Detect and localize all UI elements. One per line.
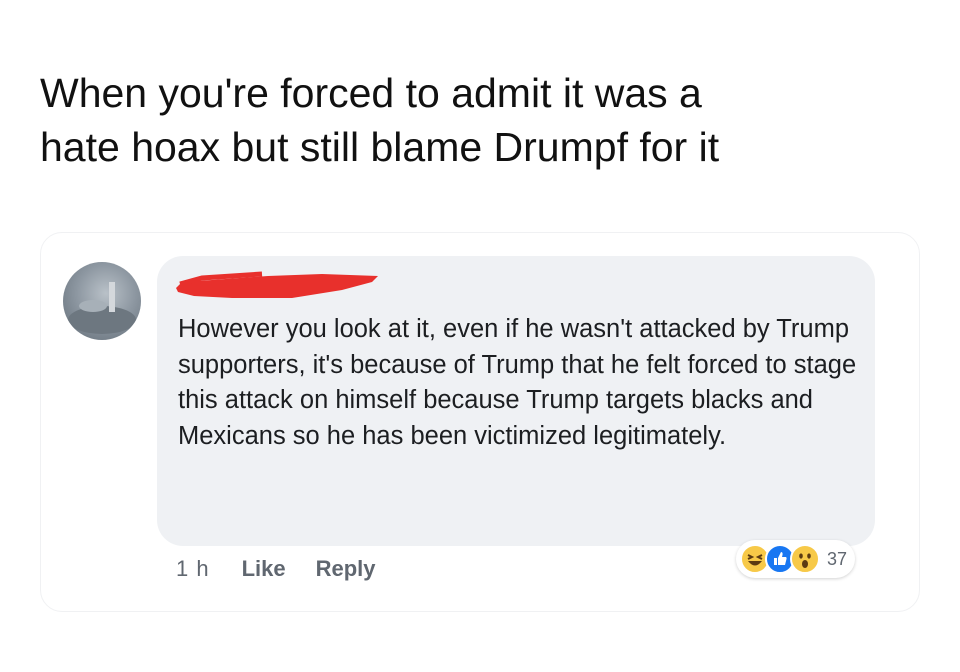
reaction-summary[interactable]: 37 — [736, 540, 856, 578]
like-button[interactable]: Like — [242, 556, 286, 582]
caption-line-1: When you're forced to admit it was a — [40, 70, 702, 116]
comment-text: However you look at it, even if he wasn'… — [178, 315, 857, 450]
avatar-photo-icon — [68, 282, 136, 334]
comment-timestamp[interactable]: 1 h — [176, 556, 210, 582]
author-name-redaction — [176, 271, 378, 298]
reaction-count: 37 — [827, 548, 848, 569]
caption-line-2: hate hoax but still blame Drumpf for it — [40, 124, 720, 170]
meme-caption: When you're forced to admit it was a hat… — [40, 66, 940, 174]
comment-actions: 1 h Like Reply — [176, 556, 376, 582]
reply-button[interactable]: Reply — [316, 556, 376, 582]
wow-icon — [790, 544, 820, 574]
avatar[interactable] — [63, 262, 141, 340]
